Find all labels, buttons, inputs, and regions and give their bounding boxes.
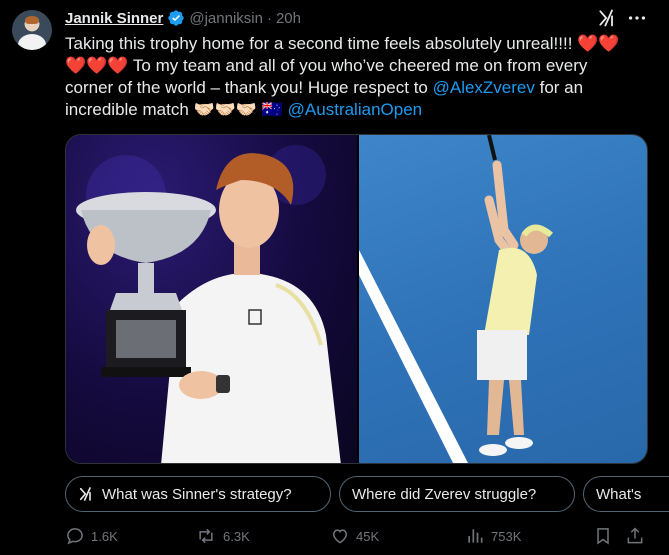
tweet-media	[65, 134, 648, 464]
header-separator: ·	[266, 9, 272, 27]
heart-icon	[332, 529, 348, 544]
photo-trophy-illustration	[76, 145, 341, 463]
repost-count: 6.3K	[223, 528, 250, 544]
grok-icon[interactable]	[597, 8, 617, 28]
bookmark-button[interactable]	[593, 524, 619, 548]
reply-button[interactable]: 1.6K	[65, 524, 118, 548]
australia-flag-emoji: 🇦🇺	[261, 100, 283, 119]
grok-suggestion-zverev-struggle[interactable]: Where did Zverev struggle?	[339, 476, 575, 512]
more-icon[interactable]	[626, 8, 648, 28]
tweet: Jannik Sinner @janniksin · 20h Taking th…	[0, 0, 669, 555]
tweet-line-3: corner of the world – thank you! Huge re…	[65, 77, 645, 99]
suggestion-label: What's	[596, 485, 642, 503]
like-count: 45K	[356, 528, 380, 544]
tweet-line-2: ❤️❤️❤️ To my team and all of you who’ve …	[65, 55, 645, 77]
tweet-line-4: incredible match 🤝🏻🤝🏻🤝🏻 🇦🇺 @AustralianOp…	[65, 99, 645, 121]
reply-count: 1.6K	[91, 528, 118, 544]
bookmark-icon	[597, 528, 609, 545]
suggestion-label: Where did Zverev struggle?	[352, 485, 537, 503]
suggestion-label: What was Sinner's strategy?	[102, 485, 292, 503]
avatar-hair	[25, 16, 39, 24]
photo-celebration-illustration	[359, 135, 553, 463]
repost-icon	[199, 528, 213, 544]
tweet-text-segment: To my team and all of you who’ve cheered…	[128, 56, 588, 75]
grok-icon	[79, 487, 91, 501]
reply-icon	[67, 528, 83, 545]
tweet-time[interactable]: 20h	[276, 10, 301, 27]
share-button[interactable]	[625, 524, 651, 548]
heart-emoji: ❤️❤️	[577, 34, 620, 53]
avatar[interactable]	[12, 10, 52, 50]
views-icon	[468, 529, 483, 543]
tweet-line-1: Taking this trophy home for a second tim…	[65, 33, 645, 55]
grok-suggestion-partial[interactable]: What's	[583, 476, 669, 512]
repost-button[interactable]: 6.3K	[195, 524, 250, 548]
tweet-actions: 1.6K 6.3K 45K 753K	[65, 524, 648, 548]
tweet-text-segment: for an	[534, 78, 584, 97]
tweet-text: Taking this trophy home for a second tim…	[65, 33, 645, 121]
tweet-header: Jannik Sinner @janniksin · 20h	[65, 8, 301, 28]
mention-zverev-link[interactable]: @AlexZverev	[433, 78, 535, 97]
views-button[interactable]: 753K	[465, 524, 521, 548]
grok-suggestion-sinner-strategy[interactable]: What was Sinner's strategy?	[65, 476, 331, 512]
author-name[interactable]: Jannik Sinner	[65, 10, 163, 27]
mention-australianopen-link[interactable]: @AustralianOpen	[288, 100, 422, 119]
tweet-text-segment: corner of the world – thank you! Huge re…	[65, 78, 433, 97]
verified-badge-icon	[168, 10, 185, 26]
view-count: 753K	[491, 528, 522, 544]
handshake-emoji: 🤝🏻🤝🏻🤝🏻	[193, 100, 258, 119]
avatar-body	[18, 34, 46, 50]
share-icon	[627, 527, 643, 544]
photo-trophy[interactable]	[66, 135, 357, 463]
like-button[interactable]: 45K	[330, 524, 379, 548]
tweet-text-segment: Taking this trophy home for a second tim…	[65, 34, 578, 53]
tweet-text-segment: incredible match	[65, 100, 194, 119]
photo-celebration[interactable]	[359, 135, 647, 463]
author-handle[interactable]: @janniksin	[189, 10, 263, 27]
heart-emoji: ❤️❤️❤️	[65, 56, 129, 75]
